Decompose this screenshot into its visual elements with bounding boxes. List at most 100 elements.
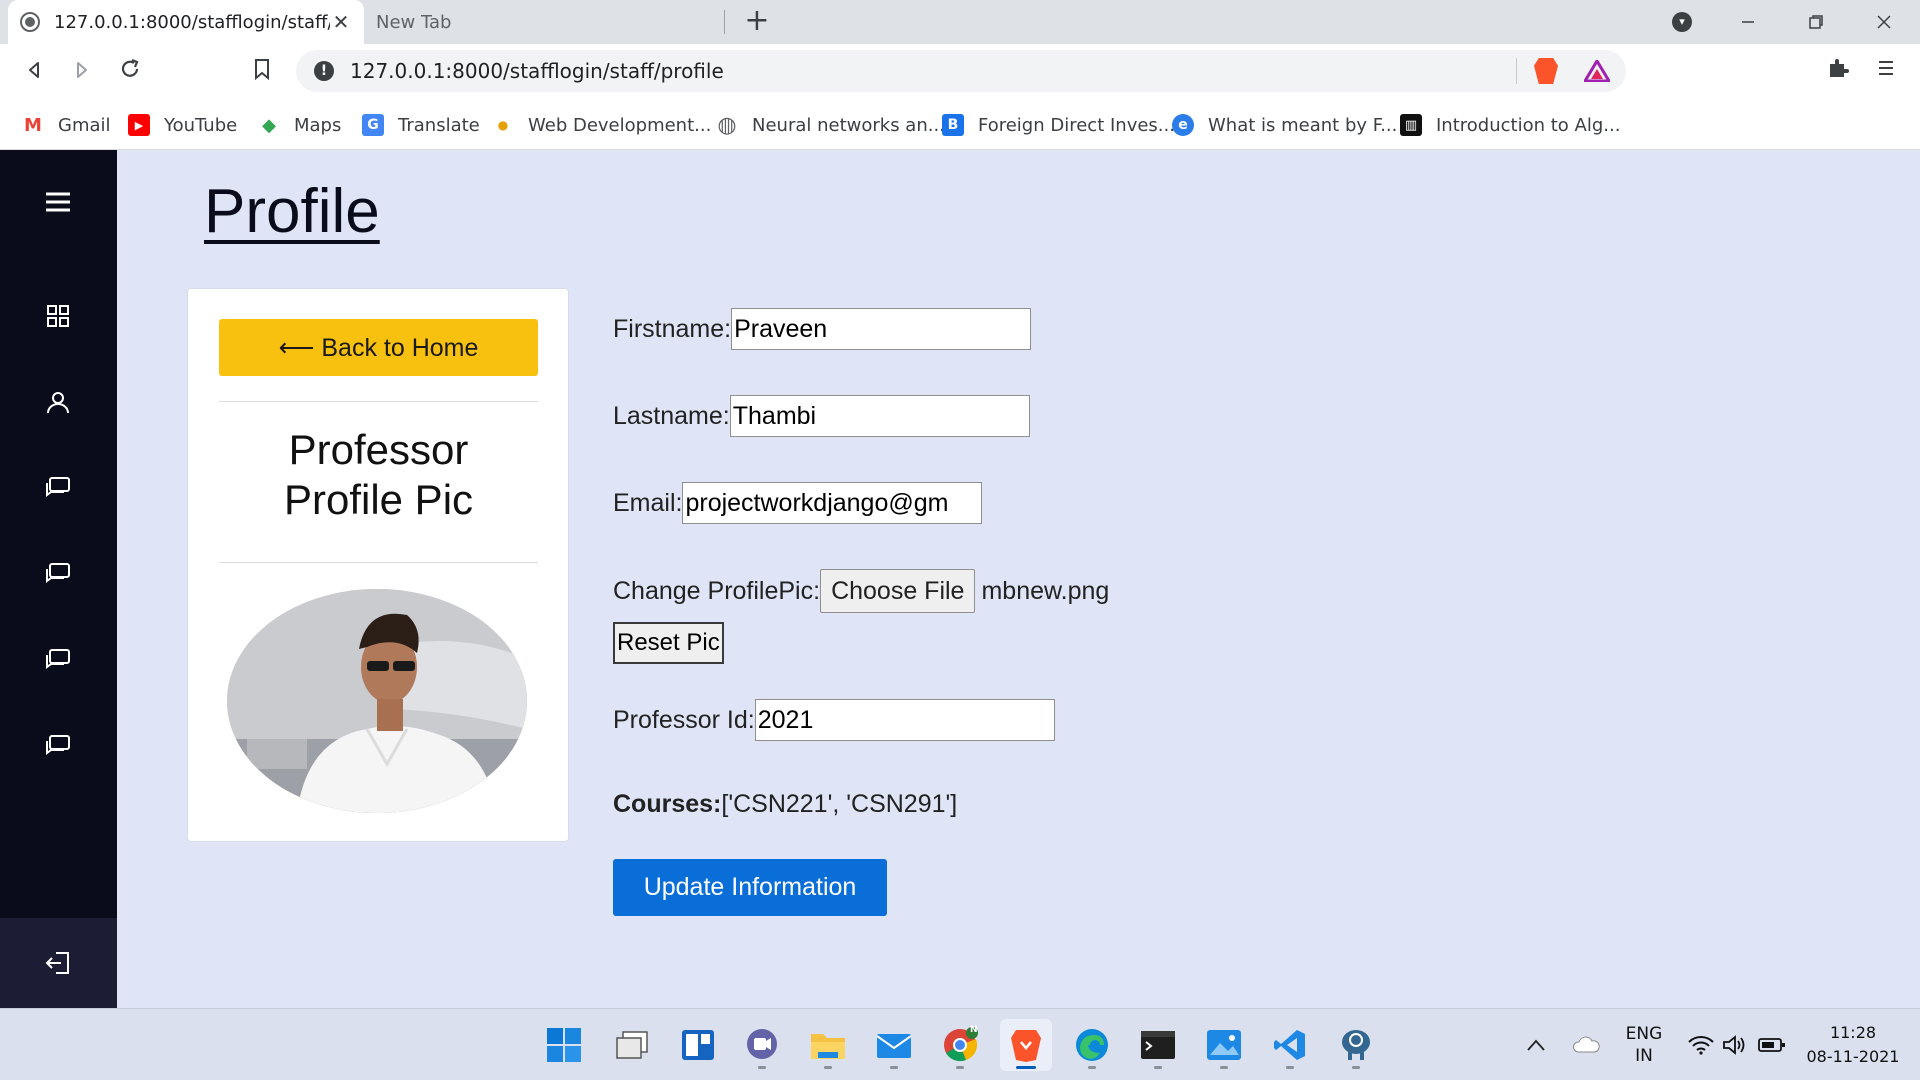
photos-icon (1207, 1030, 1241, 1060)
brave-rewards-icon[interactable] (1584, 60, 1610, 82)
bookmark-translate[interactable]: G Translate (362, 100, 480, 150)
browser-toolbar: ! 127.0.0.1:8000/stafflogin/staff/profil… (0, 44, 1920, 100)
book-icon: ▥ (1400, 114, 1422, 136)
brave-button[interactable] (1000, 1019, 1052, 1071)
file-explorer-button[interactable] (802, 1019, 854, 1071)
brave-icon (1011, 1030, 1041, 1062)
bookmark-label: What is meant by F... (1208, 114, 1398, 136)
card-heading: Professor Profile Pic (219, 425, 538, 525)
forward-arrow-icon (77, 62, 87, 78)
globe-icon: ◍ (717, 112, 737, 138)
bookmark-label: Maps (294, 114, 342, 136)
postgresql-button[interactable] (1330, 1019, 1382, 1071)
email-row: Email: (613, 482, 983, 524)
professor-id-input[interactable] (754, 699, 1055, 741)
onedrive-icon[interactable] (1572, 1009, 1600, 1080)
tab-active[interactable]: 127.0.0.1:8000/stafflogin/staff/profile … (8, 0, 364, 44)
wifi-icon[interactable] (1688, 1009, 1714, 1080)
sidebar-footer (0, 918, 117, 1008)
webdev-icon: ● (497, 118, 509, 132)
maps-icon: ◆ (262, 114, 276, 136)
address-bar[interactable]: ! 127.0.0.1:8000/stafflogin/staff/profil… (296, 50, 1626, 92)
bookmark-foreign-direct[interactable]: B Foreign Direct Inves... (942, 100, 1175, 150)
bookmark-youtube[interactable]: ▶ YouTube (128, 100, 237, 150)
dashboard-grid-icon[interactable] (38, 296, 78, 336)
site-favicon-icon (20, 12, 40, 32)
restore-button[interactable] (1782, 0, 1850, 44)
bookmark-label: Neural networks an... (752, 114, 945, 136)
profile-pic-card: ⟵ Back to Home Professor Profile Pic (187, 288, 569, 842)
volume-icon[interactable] (1722, 1009, 1748, 1080)
running-indicator (824, 1066, 832, 1069)
update-information-button[interactable]: Update Information (613, 859, 887, 916)
running-indicator (1154, 1066, 1162, 1069)
email-input[interactable] (682, 482, 983, 524)
bookmark-gmail[interactable]: M Gmail (22, 100, 110, 150)
lastname-label: Lastname: (613, 401, 730, 430)
bookmark-what-is-meant[interactable]: e What is meant by F... (1172, 100, 1397, 150)
vscode-icon (1274, 1030, 1305, 1060)
profile-pic-label: Change ProfilePic: (613, 576, 821, 605)
battery-icon[interactable] (1758, 1009, 1786, 1080)
choose-file-button[interactable]: Choose File (820, 569, 976, 613)
language-region: IN (1635, 1046, 1653, 1066)
minimize-button[interactable] (1714, 0, 1782, 44)
back-to-home-button[interactable]: ⟵ Back to Home (219, 319, 538, 376)
extensions-icon[interactable] (1822, 56, 1854, 88)
mail-button[interactable] (868, 1019, 920, 1071)
chat-icon[interactable] (38, 726, 78, 766)
logout-icon[interactable] (38, 943, 78, 983)
task-view-button[interactable] (606, 1019, 658, 1071)
card-heading-line: Professor (288, 426, 469, 473)
url-text[interactable]: 127.0.0.1:8000/stafflogin/staff/profile (350, 59, 724, 83)
lastname-row: Lastname: (613, 395, 1030, 437)
omnibox-divider (1516, 58, 1517, 84)
start-button[interactable] (538, 1019, 590, 1071)
youtube-icon: ▶ (128, 114, 150, 136)
photos-button[interactable] (1198, 1019, 1250, 1071)
chat-icon[interactable] (38, 468, 78, 508)
menu-icon[interactable] (1870, 56, 1902, 88)
hamburger-menu-icon[interactable] (38, 182, 78, 222)
system-clock[interactable]: 11:28 08-11-2021 (1798, 1021, 1908, 1069)
tab-search-icon[interactable]: ▾ (1672, 12, 1692, 32)
lastname-input[interactable] (729, 395, 1030, 437)
bookmark-maps[interactable]: ◆ Maps (258, 100, 341, 150)
tab-new-tab[interactable]: New Tab (364, 0, 724, 44)
chat-icon[interactable] (38, 554, 78, 594)
reset-pic-button[interactable]: Reset Pic (613, 622, 724, 664)
site-info-icon[interactable]: ! (314, 61, 334, 81)
running-indicator (758, 1066, 766, 1069)
gmail-icon: M (24, 114, 42, 136)
new-tab-button[interactable]: + (740, 4, 774, 40)
clock-time: 11:28 (1829, 1023, 1877, 1042)
courses-label: Courses: (613, 790, 722, 818)
selected-file-name: mbnew.png (981, 576, 1110, 605)
widgets-button[interactable] (672, 1019, 724, 1071)
forward-nav-button[interactable] (64, 54, 100, 90)
edge-button[interactable] (1066, 1019, 1118, 1071)
professor-id-label: Professor Id: (613, 705, 755, 734)
firstname-input[interactable] (731, 308, 1032, 350)
e-icon: e (1172, 114, 1194, 136)
back-nav-button[interactable] (16, 54, 52, 90)
bookmark-intro-to-alg[interactable]: ▥ Introduction to Alg... (1400, 100, 1620, 150)
clock-date: 08-11-2021 (1806, 1047, 1900, 1066)
tab-close-icon[interactable]: ✕ (330, 10, 352, 34)
bookmark-label: YouTube (164, 114, 238, 136)
language-indicator[interactable]: ENG IN (1622, 1009, 1666, 1080)
bookmark-web-development[interactable]: ● Web Development... (492, 100, 712, 150)
browser-tab-bar: 127.0.0.1:8000/stafflogin/staff/profile … (0, 0, 1920, 44)
bookmark-neural-networks[interactable]: ◍ Neural networks an... (716, 100, 945, 150)
vscode-button[interactable] (1264, 1019, 1316, 1071)
app-sidebar (0, 150, 117, 1008)
user-profile-icon[interactable] (38, 382, 78, 422)
show-hidden-icons-button[interactable] (1526, 1009, 1546, 1080)
terminal-button[interactable] (1132, 1019, 1184, 1071)
teams-chat-button[interactable] (736, 1019, 788, 1071)
chrome-button[interactable]: N (934, 1019, 986, 1071)
bookmark-page-button[interactable] (244, 54, 280, 90)
close-window-button[interactable] (1850, 0, 1918, 44)
reload-button[interactable] (112, 54, 148, 90)
chat-icon[interactable] (38, 640, 78, 680)
